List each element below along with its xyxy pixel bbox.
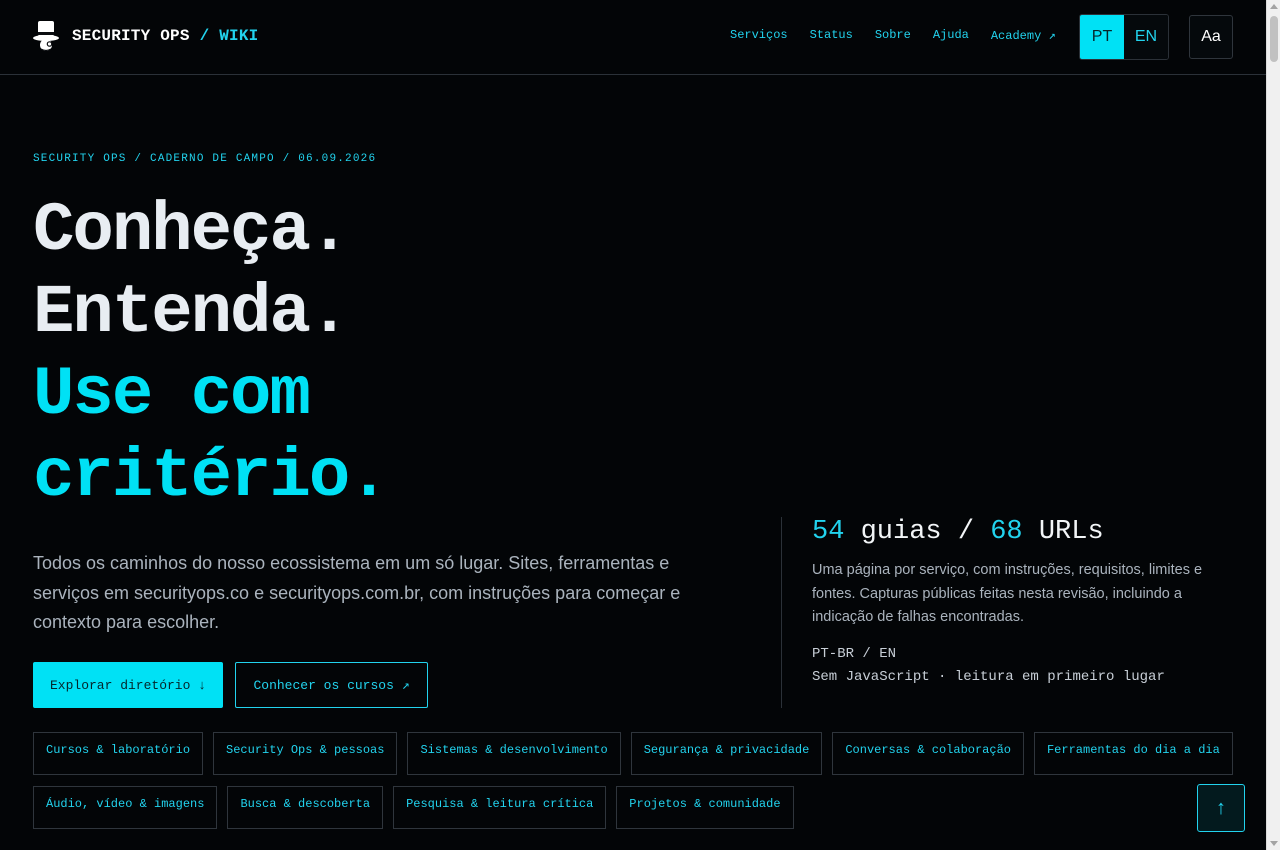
- arrow-up-icon: ↑: [1216, 796, 1226, 819]
- explore-directory-button[interactable]: Explorar diretório ↓: [33, 662, 223, 708]
- nav-link-ajuda[interactable]: Ajuda: [933, 28, 969, 43]
- category-chip-conversas[interactable]: Conversas & colaboração: [832, 732, 1024, 775]
- headline-line-3: Use com: [33, 356, 311, 434]
- category-chip-projetos[interactable]: Projetos & comunidade: [616, 786, 794, 829]
- category-chip-pesquisa[interactable]: Pesquisa & leitura crítica: [393, 786, 607, 829]
- category-chip-sistemas[interactable]: Sistemas & desenvolvimento: [407, 732, 621, 775]
- stats-separator: /: [957, 517, 975, 547]
- category-chip-busca[interactable]: Busca & descoberta: [227, 786, 384, 829]
- language-option-pt[interactable]: PT: [1080, 15, 1124, 59]
- hero-headline: Conheça. Entenda. Use com critério.: [33, 190, 390, 518]
- guides-count: 54: [812, 517, 845, 547]
- stats-note: Sem JavaScript · leitura em primeiro lug…: [812, 668, 1165, 685]
- headline-line-4: critério.: [33, 438, 390, 516]
- language-option-en[interactable]: EN: [1124, 15, 1168, 59]
- nav-link-academy[interactable]: Academy ↗: [991, 28, 1056, 43]
- scroll-down-arrow-icon[interactable]: [1270, 841, 1278, 846]
- category-chip-security-ops[interactable]: Security Ops & pessoas: [213, 732, 398, 775]
- brand-name: SECURITY OPS / WIKI: [72, 27, 259, 45]
- nav-link-sobre[interactable]: Sobre: [875, 28, 911, 43]
- urls-label: URLs: [1038, 517, 1104, 547]
- category-chip-cursos[interactable]: Cursos & laboratório: [33, 732, 204, 775]
- scrollbar-thumb[interactable]: [1270, 16, 1278, 62]
- language-switcher: PT EN: [1079, 14, 1169, 60]
- main-nav: Serviços Status Sobre Ajuda Academy ↗: [730, 28, 1056, 43]
- nav-link-status[interactable]: Status: [810, 28, 853, 43]
- brand-home-link[interactable]: SECURITY OPS / WIKI: [32, 18, 258, 54]
- stats-languages: PT-BR / EN: [812, 645, 897, 662]
- breadcrumb-eyebrow: SECURITY OPS / CADERNO DE CAMPO / 06.09.…: [33, 153, 377, 165]
- guides-label: guias: [860, 517, 942, 547]
- urls-count: 68: [990, 517, 1023, 547]
- site-header: SECURITY OPS / WIKI Serviços Status Sobre…: [0, 0, 1266, 75]
- scroll-up-arrow-icon[interactable]: [1270, 4, 1278, 9]
- font-size-toggle-button[interactable]: Aa: [1189, 15, 1233, 59]
- nav-link-servicos[interactable]: Serviços: [730, 28, 788, 43]
- category-chip-ferramentas[interactable]: Ferramentas do dia a dia: [1033, 732, 1233, 775]
- category-chip-list: Cursos & laboratório Security Ops & pess…: [33, 732, 1243, 829]
- stats-headline: 54 guias / 68 URLs: [812, 517, 1231, 547]
- headline-line-2: Entenda.: [33, 274, 350, 352]
- stats-panel: 54 guias / 68 URLs Uma página por serviç…: [781, 517, 1231, 708]
- category-chip-audio-video[interactable]: Áudio, vídeo & imagens: [33, 786, 218, 829]
- headline-line-1: Conheça.: [33, 192, 350, 270]
- page-scrollbar[interactable]: [1266, 0, 1280, 850]
- top-hat-monocle-logo-icon: [33, 21, 59, 52]
- stats-meta: PT-BR / EN Sem JavaScript · leitura em p…: [812, 643, 1231, 689]
- stats-description: Uma página por serviço, com instruções, …: [812, 562, 1203, 625]
- hero-lead-text: Todos os caminhos do nosso ecossistema e…: [33, 553, 681, 632]
- back-to-top-button[interactable]: ↑: [1197, 784, 1245, 832]
- view-courses-button[interactable]: Conhecer os cursos ↗: [235, 662, 428, 708]
- category-chip-seguranca[interactable]: Segurança & privacidade: [630, 732, 823, 775]
